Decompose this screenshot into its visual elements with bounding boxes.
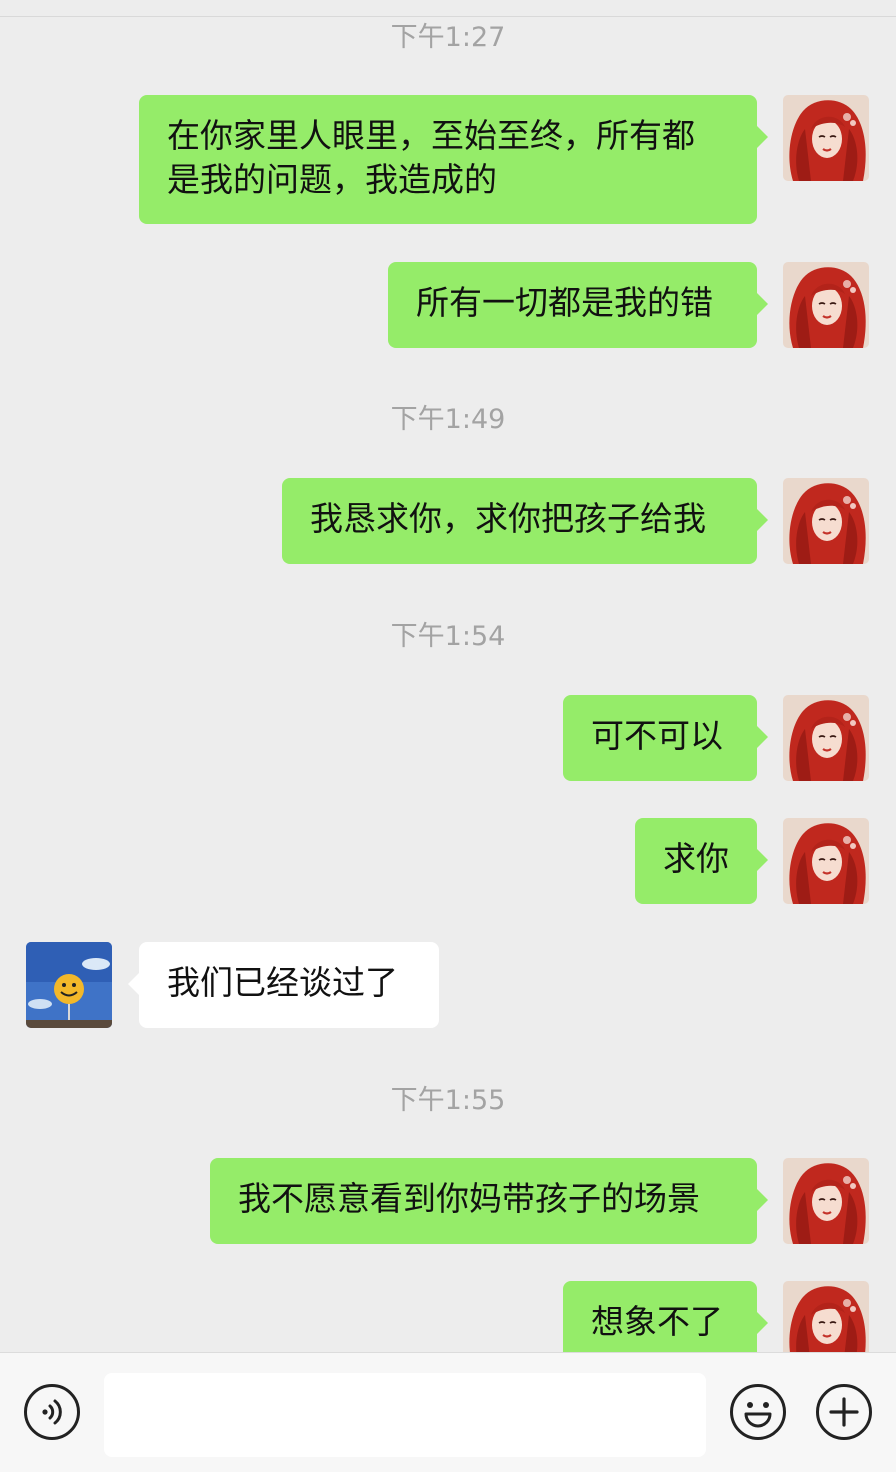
add-button[interactable] <box>816 1384 872 1440</box>
timestamp: 下午1:54 <box>390 621 506 652</box>
message-bubble-outgoing[interactable]: 所有一切都是我的错 <box>388 262 768 348</box>
voice-button[interactable] <box>24 1384 80 1440</box>
my-avatar[interactable] <box>783 95 869 181</box>
voice-icon <box>42 1399 62 1425</box>
timestamp: 下午1:49 <box>390 404 506 435</box>
my-avatar[interactable] <box>783 262 869 348</box>
message-bubble-outgoing[interactable]: 在你家里人眼里，至始至终，所有都 是我的问题，我造成的 <box>139 95 768 224</box>
message-bubble-outgoing[interactable]: 我不愿意看到你妈带孩子的场景 <box>210 1158 768 1244</box>
message-input[interactable] <box>104 1373 706 1457</box>
my-avatar[interactable] <box>783 1158 869 1244</box>
my-avatar[interactable] <box>783 1281 869 1352</box>
my-avatar[interactable] <box>783 818 869 904</box>
message-bubble-outgoing[interactable]: 求你 <box>635 818 768 904</box>
top-divider <box>0 16 896 17</box>
chat-area[interactable]: 下午1:27 在你家里人眼里，至始至终，所有都 是我的问题，我造成的 所有一切都… <box>0 0 896 1352</box>
input-bar <box>0 1352 896 1472</box>
my-avatar[interactable] <box>783 695 869 781</box>
emoji-button[interactable] <box>730 1384 786 1440</box>
timestamp: 下午1:27 <box>390 22 506 53</box>
timestamp: 下午1:55 <box>390 1085 506 1116</box>
message-bubble-outgoing[interactable]: 我恳求你，求你把孩子给我 <box>282 478 768 564</box>
my-avatar[interactable] <box>783 478 869 564</box>
contact-avatar[interactable] <box>26 942 112 1028</box>
message-bubble-incoming[interactable]: 我们已经谈过了 <box>128 942 439 1028</box>
message-bubble-outgoing[interactable]: 可不可以 <box>563 695 768 781</box>
plus-icon <box>829 1397 859 1427</box>
emoji-icon <box>744 1402 772 1428</box>
message-bubble-outgoing[interactable]: 想象不了 <box>563 1281 768 1352</box>
